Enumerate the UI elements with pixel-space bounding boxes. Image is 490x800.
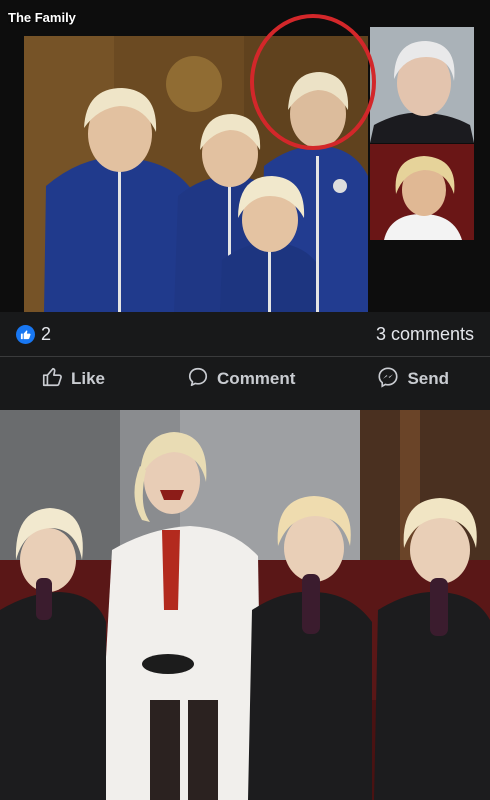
like-count[interactable]: 2 bbox=[16, 324, 51, 345]
like-reaction-icon bbox=[16, 324, 35, 344]
post-image-top[interactable]: The Family bbox=[0, 0, 490, 312]
comment-button[interactable]: Comment bbox=[187, 366, 295, 393]
man-portrait-photo bbox=[370, 27, 474, 143]
like-count-number: 2 bbox=[41, 323, 52, 344]
man-portrait-illustration bbox=[370, 27, 474, 143]
messenger-icon bbox=[377, 366, 399, 393]
post-actions: Like Comment Send bbox=[0, 358, 490, 400]
image-caption: The Family bbox=[8, 10, 76, 25]
comment-bubble-icon bbox=[187, 366, 209, 393]
send-button-label: Send bbox=[407, 369, 449, 388]
like-button[interactable]: Like bbox=[41, 366, 105, 393]
highlight-circle bbox=[250, 14, 376, 150]
reactions-row: 2 3 comments bbox=[0, 312, 490, 357]
like-button-label: Like bbox=[71, 369, 106, 388]
comment-button-label: Comment bbox=[217, 369, 296, 388]
thumbs-up-icon bbox=[41, 366, 63, 393]
hotel-scene-illustration bbox=[0, 410, 490, 800]
post-image-bottom[interactable] bbox=[0, 410, 490, 800]
woman-portrait-illustration bbox=[370, 144, 474, 240]
woman-portrait-photo bbox=[370, 144, 474, 240]
send-button[interactable]: Send bbox=[377, 366, 449, 393]
comments-count[interactable]: 3 comments bbox=[376, 324, 474, 345]
